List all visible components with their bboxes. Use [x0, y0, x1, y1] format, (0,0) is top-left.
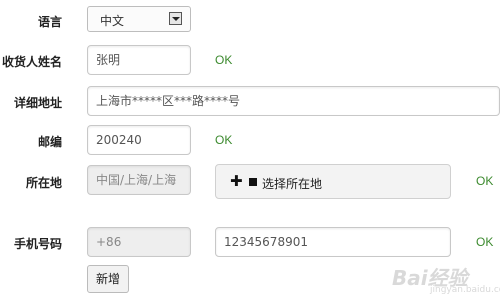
address-input[interactable]: 上海市*****区***路****号: [87, 86, 500, 116]
mobile-status: OK: [476, 235, 494, 249]
country-code-field: +86: [87, 227, 191, 257]
square-icon: [249, 178, 257, 186]
watermark-url: jingyan.baidu.com: [430, 285, 500, 295]
postcode-input[interactable]: 200240: [87, 125, 191, 155]
baidu-watermark: Bai经验 jingyan.baidu.com: [392, 262, 500, 296]
recipient-name-label: 收货人姓名: [1, 55, 62, 69]
plus-icon: ✚: [230, 172, 243, 190]
language-select-value: 中文: [100, 14, 125, 28]
chevron-down-icon[interactable]: [169, 12, 182, 25]
postcode-label: 邮编: [37, 135, 62, 149]
recipient-name-input[interactable]: 张明: [87, 45, 191, 75]
address-label: 详细地址: [13, 96, 62, 110]
location-label: 所在地: [25, 176, 62, 190]
location-picker-button[interactable]: ✚ 选择所在地: [215, 164, 451, 199]
language-label: 语言: [37, 15, 62, 29]
mobile-label: 手机号码: [13, 237, 62, 251]
add-button[interactable]: 新增: [87, 265, 129, 293]
location-picker-label: 选择所在地: [262, 177, 323, 191]
language-select[interactable]: 中文: [87, 6, 191, 32]
recipient-name-status: OK: [215, 53, 233, 67]
location-status: OK: [476, 174, 494, 188]
location-readonly-field: 中国/上海/上海: [87, 165, 191, 195]
mobile-input[interactable]: 12345678901: [215, 227, 451, 257]
postcode-status: OK: [215, 133, 233, 147]
